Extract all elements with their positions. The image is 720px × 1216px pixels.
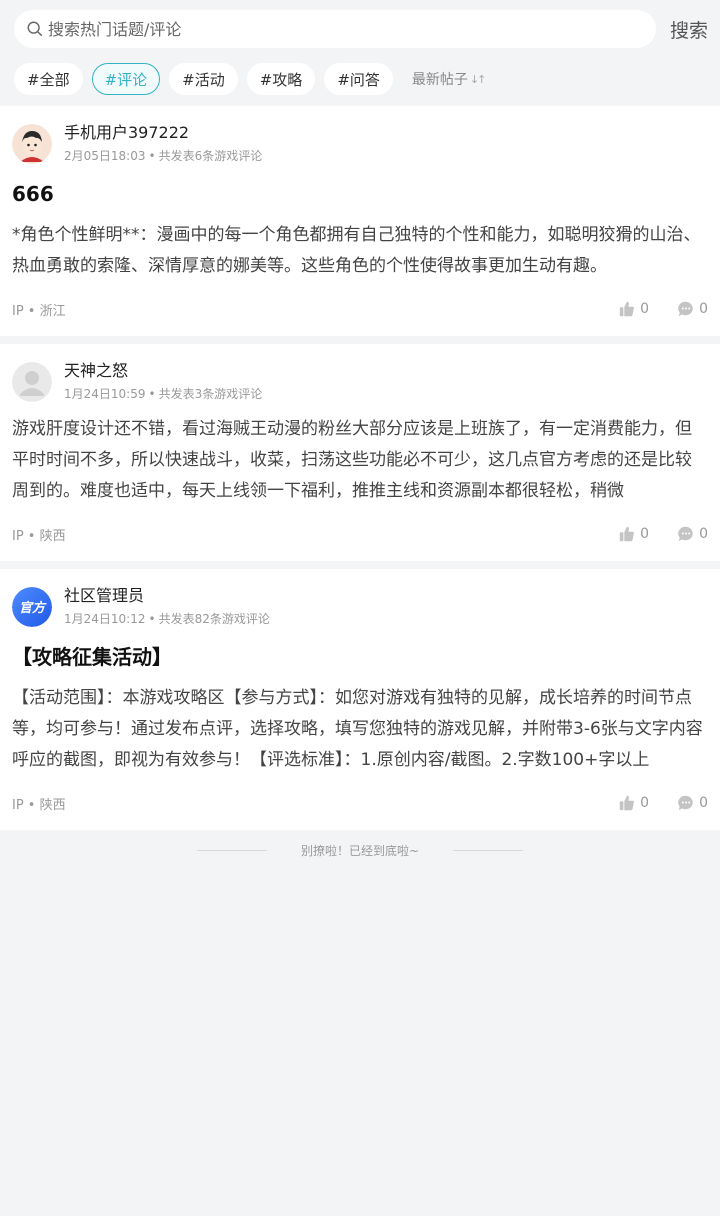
- divider: [453, 849, 524, 851]
- post-subinfo: 1月24日10:59 • 共发表3条游戏评论: [64, 387, 263, 401]
- sort-dropdown[interactable]: 最新帖子 ↓↑: [411, 69, 487, 89]
- like-button[interactable]: 0: [618, 794, 649, 812]
- post-stats: 0 0: [590, 525, 708, 543]
- ip-location: IP • 浙江: [12, 303, 66, 319]
- post-title[interactable]: 【攻略征集活动】: [12, 643, 708, 671]
- post-stats: 0 0: [590, 794, 708, 812]
- post-header: 手机用户397222 2月05日18:03 • 共发表6条游戏评论: [12, 122, 708, 166]
- tag-qa[interactable]: #问答: [324, 63, 393, 95]
- like-count: 0: [640, 301, 650, 317]
- tag-review[interactable]: #评论: [91, 63, 161, 95]
- username[interactable]: 天神之怒: [64, 360, 262, 382]
- post-count: 共发表6条游戏评论: [158, 149, 263, 163]
- comment-button[interactable]: 0: [677, 794, 708, 812]
- sort-label: 最新帖子: [411, 72, 468, 88]
- post-footer: IP • 陕西 0 0: [12, 519, 708, 549]
- divider: [196, 849, 267, 851]
- post-body[interactable]: *角色个性鲜明**：漫画中的每一个角色都拥有自己独特的个性和能力，如聪明狡猾的山…: [12, 220, 708, 282]
- thumbs-up-icon: [619, 301, 635, 317]
- comment-icon: [678, 795, 693, 811]
- tag-filter-bar: #全部 #评论 #活动 #攻略 #问答 最新帖子 ↓↑: [14, 48, 708, 104]
- post-meta: 社区管理员 1月24日10:12 • 共发表82条游戏评论: [64, 585, 270, 629]
- post-header: 天神之怒 1月24日10:59 • 共发表3条游戏评论: [12, 360, 708, 404]
- username[interactable]: 社区管理员: [64, 585, 270, 607]
- ip-location: IP • 陕西: [12, 528, 66, 544]
- post-stats: 0 0: [590, 300, 708, 318]
- search-box[interactable]: [14, 10, 656, 48]
- post-footer: IP • 浙江 0 0: [12, 294, 708, 324]
- post-list: 手机用户397222 2月05日18:03 • 共发表6条游戏评论 666 *角色个…: [0, 106, 720, 870]
- post-count: 共发表3条游戏评论: [158, 387, 263, 401]
- comment-count: 0: [699, 795, 708, 811]
- comment-icon: [678, 526, 693, 542]
- post-meta: 天神之怒 1月24日10:59 • 共发表3条游戏评论: [64, 360, 262, 404]
- search-input[interactable]: [48, 19, 608, 39]
- username[interactable]: 手机用户397222: [64, 122, 262, 144]
- post-body[interactable]: 【活动范围】：本游戏攻略区【参与方式】：如您对游戏有独特的见解，成长培养的时间节…: [12, 683, 708, 776]
- post-card[interactable]: 手机用户397222 2月05日18:03 • 共发表6条游戏评论 666 *角色个…: [0, 106, 720, 336]
- tag-all[interactable]: #全部: [14, 63, 83, 95]
- cartoon-boy-avatar-icon[interactable]: [12, 124, 52, 164]
- like-count: 0: [640, 795, 650, 811]
- search-icon: [27, 21, 43, 37]
- post-subinfo: 1月24日10:12 • 共发表82条游戏评论: [64, 612, 270, 626]
- official-badge-text: 官方: [19, 600, 47, 616]
- thumbs-up-icon: [619, 526, 635, 542]
- comment-count: 0: [699, 301, 708, 317]
- post-card[interactable]: 天神之怒 1月24日10:59 • 共发表3条游戏评论 游戏肝度设计还不错，看过海贼…: [0, 344, 720, 561]
- end-of-list-text: 别撩啦！已经到底啦~: [300, 843, 420, 858]
- end-of-list: 别撩啦！已经到底啦~: [0, 830, 720, 870]
- comment-button[interactable]: 0: [677, 525, 708, 543]
- post-time: 1月24日10:12: [64, 612, 146, 626]
- post-subinfo: 2月05日18:03 • 共发表6条游戏评论: [64, 149, 263, 163]
- like-button[interactable]: 0: [618, 300, 649, 318]
- search-button[interactable]: 搜索: [656, 16, 708, 43]
- official-badge-avatar-icon[interactable]: 官方: [12, 587, 52, 627]
- post-count: 共发表82条游戏评论: [158, 612, 270, 626]
- ip-location: IP • 陕西: [12, 797, 66, 813]
- sort-arrows-icon: ↓↑: [469, 72, 487, 86]
- like-button[interactable]: 0: [618, 525, 649, 543]
- post-meta: 手机用户397222 2月05日18:03 • 共发表6条游戏评论: [64, 122, 262, 166]
- comment-count: 0: [699, 526, 708, 542]
- thumbs-up-icon: [619, 795, 635, 811]
- post-card[interactable]: 官方 社区管理员 1月24日10:12 • 共发表82条游戏评论 【攻略征集活动】 …: [0, 569, 720, 830]
- comment-icon: [678, 301, 693, 317]
- post-time: 2月05日18:03: [64, 149, 146, 163]
- post-footer: IP • 陕西 0 0: [12, 788, 708, 818]
- post-body[interactable]: 游戏肝度设计还不错，看过海贼王动漫的粉丝大部分应该是上班族了，有一定消费能力，但…: [12, 414, 708, 507]
- post-time: 1月24日10:59: [64, 387, 146, 401]
- top-bar: 搜索 #全部 #评论 #活动 #攻略 #问答 最新帖子 ↓↑: [0, 0, 720, 104]
- search-row: 搜索: [14, 10, 708, 48]
- like-count: 0: [640, 526, 650, 542]
- post-header: 官方 社区管理员 1月24日10:12 • 共发表82条游戏评论: [12, 585, 708, 629]
- post-title[interactable]: 666: [12, 180, 708, 208]
- comment-button[interactable]: 0: [677, 300, 708, 318]
- tag-guide[interactable]: #攻略: [246, 63, 316, 95]
- tag-event[interactable]: #活动: [169, 63, 238, 95]
- default-user-avatar-icon[interactable]: [12, 362, 52, 402]
